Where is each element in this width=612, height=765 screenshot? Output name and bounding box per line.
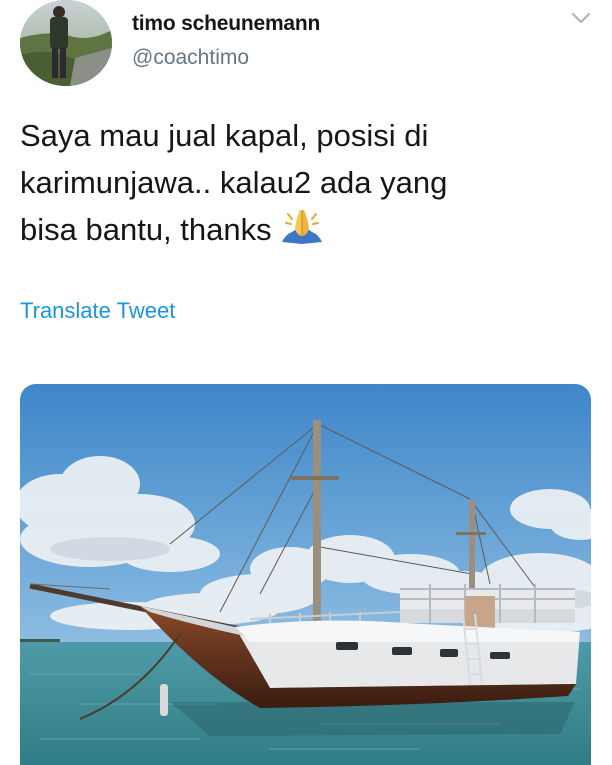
tweet-text: Saya mau jual kapal, posisi di karimunja… [20, 112, 590, 253]
tweet-media-image[interactable] [20, 384, 591, 765]
tweet-text-line: karimunjawa.. kalau2 ada yang [20, 165, 448, 200]
chevron-down-icon[interactable] [570, 10, 592, 26]
boat-photo [20, 384, 591, 765]
translate-tweet-link[interactable]: Translate Tweet [20, 298, 175, 324]
tweet-text-fragment: bisa bantu, thanks [20, 212, 272, 247]
tweet-text-line: Saya mau jual kapal, posisi di [20, 118, 429, 153]
display-name[interactable]: timo scheunemann [132, 12, 320, 36]
username-handle[interactable]: @coachtimo [132, 46, 249, 70]
tweet-text-line: bisa bantu, thanks [20, 206, 590, 253]
avatar-photo [20, 0, 112, 86]
folded-hands-icon [280, 206, 324, 246]
tweet-card: timo scheunemann @coachtimo Saya mau jua… [0, 0, 612, 765]
avatar[interactable] [20, 0, 112, 86]
